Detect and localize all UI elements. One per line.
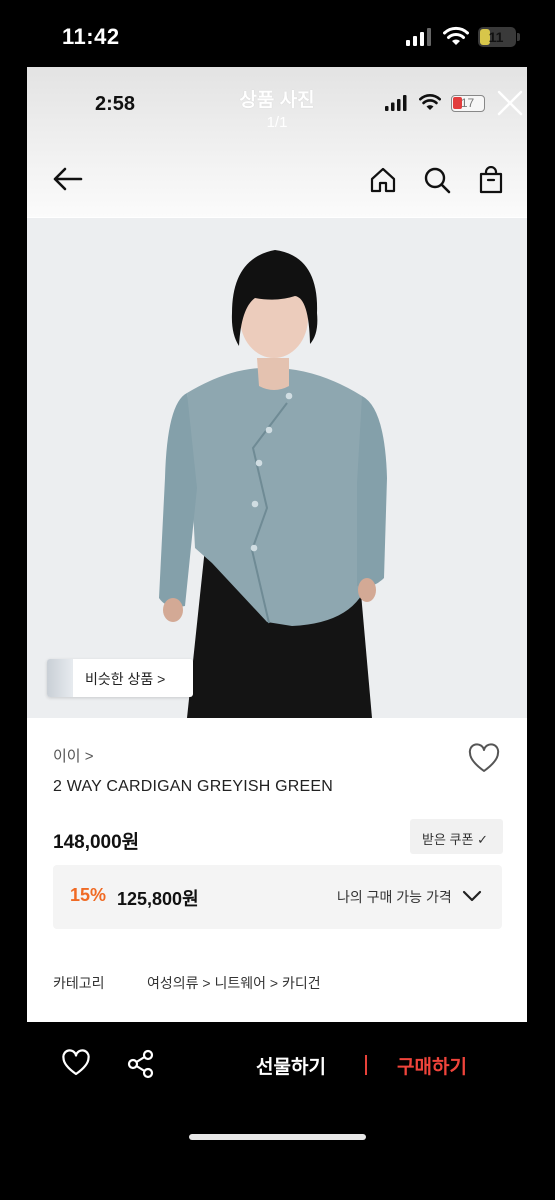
coupon-label: 받은 쿠폰 ✓ bbox=[422, 832, 488, 847]
home-icon[interactable] bbox=[369, 166, 397, 194]
category-label: 카테고리 bbox=[53, 975, 105, 991]
viewer-title: 상품 사진 bbox=[239, 90, 315, 111]
partially-visible-row bbox=[53, 1014, 433, 1022]
inner-battery-icon: 17 bbox=[451, 95, 485, 112]
battery-percent: 11 bbox=[488, 29, 504, 45]
button-divider bbox=[365, 1055, 367, 1075]
share-icon[interactable] bbox=[126, 1049, 156, 1079]
status-time: 11:42 bbox=[62, 24, 120, 49]
inner-status-time: 2:58 bbox=[95, 93, 136, 115]
discount-panel[interactable]: 15% 125,800원 나의 구매 가능 가격 bbox=[53, 865, 502, 929]
cellular-signal-icon bbox=[406, 28, 431, 46]
my-price-label: 나의 구매 가능 가격 bbox=[337, 889, 452, 905]
coupon-button[interactable]: 받은 쿠폰 ✓ bbox=[410, 819, 503, 854]
chevron-down-icon[interactable] bbox=[461, 885, 483, 907]
wishlist-heart-icon[interactable] bbox=[61, 1049, 91, 1077]
shopping-bag-icon[interactable] bbox=[477, 166, 505, 194]
battery-tip bbox=[517, 33, 520, 41]
photo-counter: 1/1 bbox=[266, 114, 288, 131]
discount-rate: 15% bbox=[70, 885, 107, 905]
category-breadcrumb[interactable]: 여성의류 > 니트웨어 > 카디건 bbox=[147, 973, 321, 993]
product-photo[interactable] bbox=[27, 218, 527, 718]
home-indicator[interactable] bbox=[189, 1134, 366, 1140]
close-icon[interactable] bbox=[496, 89, 524, 117]
heart-icon[interactable] bbox=[467, 743, 501, 775]
gift-button[interactable]: 선물하기 bbox=[256, 1052, 326, 1079]
inner-cellular-signal-icon bbox=[385, 95, 407, 111]
back-arrow-icon[interactable] bbox=[51, 165, 85, 193]
similar-products-label: 비슷한 상품 > bbox=[85, 671, 166, 687]
phone-status-bar: 11:42 11 bbox=[0, 0, 555, 70]
product-price: 148,000원 bbox=[53, 832, 140, 853]
product-screenshot: 2:58 상품 사진 1/1 17 비슷한 상품 > 이이 > 2 WAY CA… bbox=[27, 67, 527, 1022]
battery-icon: 11 bbox=[478, 27, 516, 47]
buy-button[interactable]: 구매하기 bbox=[397, 1052, 467, 1079]
product-name: 2 WAY CARDIGAN GREYISH GREEN bbox=[53, 778, 334, 795]
similar-products-button[interactable]: 비슷한 상품 > bbox=[47, 659, 193, 697]
search-icon[interactable] bbox=[423, 166, 451, 194]
inner-wifi-icon bbox=[419, 94, 441, 110]
wifi-icon bbox=[443, 26, 469, 45]
inner-battery-percent: 17 bbox=[460, 96, 475, 110]
similar-thumbnail bbox=[47, 659, 73, 697]
discount-price: 125,800원 bbox=[117, 889, 199, 909]
brand-link[interactable]: 이이 > bbox=[53, 745, 94, 766]
